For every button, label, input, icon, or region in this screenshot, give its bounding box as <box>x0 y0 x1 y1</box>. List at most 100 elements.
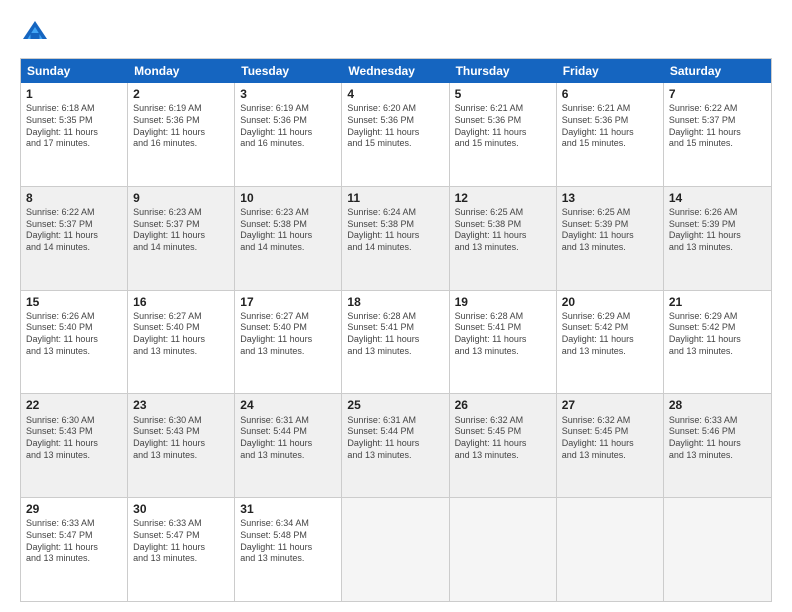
calendar-cell: 11Sunrise: 6:24 AM Sunset: 5:38 PM Dayli… <box>342 187 449 290</box>
calendar-header: SundayMondayTuesdayWednesdayThursdayFrid… <box>21 59 771 83</box>
day-info: Sunrise: 6:28 AM Sunset: 5:41 PM Dayligh… <box>347 311 443 358</box>
day-number: 2 <box>133 86 229 102</box>
calendar-cell: 15Sunrise: 6:26 AM Sunset: 5:40 PM Dayli… <box>21 291 128 394</box>
day-info: Sunrise: 6:23 AM Sunset: 5:37 PM Dayligh… <box>133 207 229 254</box>
calendar-cell: 24 Sunrise: 6:31 AM Sunset: 5:44 PM Dayli… <box>235 394 342 497</box>
header-day-tuesday: Tuesday <box>235 59 342 83</box>
day-number: 1 <box>26 86 122 102</box>
logo <box>20 18 54 48</box>
day-info: Sunrise: 6:27 AM Sunset: 5:40 PM Dayligh… <box>240 311 336 358</box>
day-info: Sunrise: 6:24 AM Sunset: 5:38 PM Dayligh… <box>347 207 443 254</box>
day-info: Sunrise: 6:32 AM Sunset: 5:45 PM Dayligh… <box>455 415 551 462</box>
day-info: Sunrise: 6:25 AM Sunset: 5:38 PM Dayligh… <box>455 207 551 254</box>
calendar-cell <box>342 498 449 601</box>
calendar-cell: 30Sunrise: 6:33 AM Sunset: 5:47 PM Dayli… <box>128 498 235 601</box>
day-number: 28 <box>669 397 766 413</box>
calendar-cell: 31Sunrise: 6:34 AM Sunset: 5:48 PM Dayli… <box>235 498 342 601</box>
day-info: Sunrise: 6:22 AM Sunset: 5:37 PM Dayligh… <box>669 103 766 150</box>
header-day-sunday: Sunday <box>21 59 128 83</box>
day-info: Sunrise: 6:26 AM Sunset: 5:40 PM Dayligh… <box>26 311 122 358</box>
calendar-cell: 29Sunrise: 6:33 AM Sunset: 5:47 PM Dayli… <box>21 498 128 601</box>
day-info: Sunrise: 6:23 AM Sunset: 5:38 PM Dayligh… <box>240 207 336 254</box>
header-day-saturday: Saturday <box>664 59 771 83</box>
day-number: 11 <box>347 190 443 206</box>
day-number: 16 <box>133 294 229 310</box>
calendar-cell <box>557 498 664 601</box>
header-day-wednesday: Wednesday <box>342 59 449 83</box>
calendar-row: 1Sunrise: 6:18 AM Sunset: 5:35 PM Daylig… <box>21 83 771 186</box>
day-number: 3 <box>240 86 336 102</box>
day-number: 23 <box>133 397 229 413</box>
calendar-cell: 28 Sunrise: 6:33 AM Sunset: 5:46 PM Dayli… <box>664 394 771 497</box>
day-info: Sunrise: 6:31 AM Sunset: 5:44 PM Dayligh… <box>240 415 336 462</box>
calendar-cell: 8Sunrise: 6:22 AM Sunset: 5:37 PM Daylig… <box>21 187 128 290</box>
day-number: 27 <box>562 397 658 413</box>
day-number: 13 <box>562 190 658 206</box>
header-day-monday: Monday <box>128 59 235 83</box>
day-number: 17 <box>240 294 336 310</box>
day-info: Sunrise: 6:21 AM Sunset: 5:36 PM Dayligh… <box>562 103 658 150</box>
header-day-thursday: Thursday <box>450 59 557 83</box>
calendar-row: 29Sunrise: 6:33 AM Sunset: 5:47 PM Dayli… <box>21 497 771 601</box>
calendar-cell: 22 Sunrise: 6:30 AM Sunset: 5:43 PM Dayli… <box>21 394 128 497</box>
day-info: Sunrise: 6:28 AM Sunset: 5:41 PM Dayligh… <box>455 311 551 358</box>
day-info: Sunrise: 6:29 AM Sunset: 5:42 PM Dayligh… <box>562 311 658 358</box>
day-number: 15 <box>26 294 122 310</box>
day-info: Sunrise: 6:33 AM Sunset: 5:47 PM Dayligh… <box>26 518 122 565</box>
day-info: Sunrise: 6:20 AM Sunset: 5:36 PM Dayligh… <box>347 103 443 150</box>
calendar-cell: 19Sunrise: 6:28 AM Sunset: 5:41 PM Dayli… <box>450 291 557 394</box>
day-number: 21 <box>669 294 766 310</box>
calendar-cell <box>450 498 557 601</box>
day-number: 10 <box>240 190 336 206</box>
calendar-cell: 18Sunrise: 6:28 AM Sunset: 5:41 PM Dayli… <box>342 291 449 394</box>
day-info: Sunrise: 6:32 AM Sunset: 5:45 PM Dayligh… <box>562 415 658 462</box>
day-info: Sunrise: 6:19 AM Sunset: 5:36 PM Dayligh… <box>133 103 229 150</box>
day-number: 4 <box>347 86 443 102</box>
day-number: 31 <box>240 501 336 517</box>
day-info: Sunrise: 6:30 AM Sunset: 5:43 PM Dayligh… <box>26 415 122 462</box>
day-number: 7 <box>669 86 766 102</box>
day-number: 24 <box>240 397 336 413</box>
calendar-cell: 4Sunrise: 6:20 AM Sunset: 5:36 PM Daylig… <box>342 83 449 186</box>
calendar-cell: 25 Sunrise: 6:31 AM Sunset: 5:44 PM Dayli… <box>342 394 449 497</box>
day-info: Sunrise: 6:26 AM Sunset: 5:39 PM Dayligh… <box>669 207 766 254</box>
calendar-cell: 5Sunrise: 6:21 AM Sunset: 5:36 PM Daylig… <box>450 83 557 186</box>
calendar-cell: 13Sunrise: 6:25 AM Sunset: 5:39 PM Dayli… <box>557 187 664 290</box>
day-info: Sunrise: 6:33 AM Sunset: 5:46 PM Dayligh… <box>669 415 766 462</box>
day-number: 8 <box>26 190 122 206</box>
logo-icon <box>20 18 50 48</box>
calendar-cell: 12Sunrise: 6:25 AM Sunset: 5:38 PM Dayli… <box>450 187 557 290</box>
day-info: Sunrise: 6:29 AM Sunset: 5:42 PM Dayligh… <box>669 311 766 358</box>
day-number: 25 <box>347 397 443 413</box>
calendar-cell: 20Sunrise: 6:29 AM Sunset: 5:42 PM Dayli… <box>557 291 664 394</box>
day-number: 29 <box>26 501 122 517</box>
day-info: Sunrise: 6:27 AM Sunset: 5:40 PM Dayligh… <box>133 311 229 358</box>
day-number: 30 <box>133 501 229 517</box>
day-number: 26 <box>455 397 551 413</box>
calendar-cell: 7Sunrise: 6:22 AM Sunset: 5:37 PM Daylig… <box>664 83 771 186</box>
day-info: Sunrise: 6:31 AM Sunset: 5:44 PM Dayligh… <box>347 415 443 462</box>
calendar-cell: 3Sunrise: 6:19 AM Sunset: 5:36 PM Daylig… <box>235 83 342 186</box>
page: SundayMondayTuesdayWednesdayThursdayFrid… <box>0 0 792 612</box>
calendar-cell: 14Sunrise: 6:26 AM Sunset: 5:39 PM Dayli… <box>664 187 771 290</box>
day-number: 9 <box>133 190 229 206</box>
day-number: 22 <box>26 397 122 413</box>
calendar-cell: 2Sunrise: 6:19 AM Sunset: 5:36 PM Daylig… <box>128 83 235 186</box>
header <box>20 18 772 48</box>
day-info: Sunrise: 6:21 AM Sunset: 5:36 PM Dayligh… <box>455 103 551 150</box>
calendar-cell: 26 Sunrise: 6:32 AM Sunset: 5:45 PM Dayli… <box>450 394 557 497</box>
calendar-row: 15Sunrise: 6:26 AM Sunset: 5:40 PM Dayli… <box>21 290 771 394</box>
day-info: Sunrise: 6:25 AM Sunset: 5:39 PM Dayligh… <box>562 207 658 254</box>
day-number: 19 <box>455 294 551 310</box>
calendar-body: 1Sunrise: 6:18 AM Sunset: 5:35 PM Daylig… <box>21 83 771 601</box>
calendar-row: 22 Sunrise: 6:30 AM Sunset: 5:43 PM Dayli… <box>21 393 771 497</box>
calendar-row: 8Sunrise: 6:22 AM Sunset: 5:37 PM Daylig… <box>21 186 771 290</box>
day-info: Sunrise: 6:30 AM Sunset: 5:43 PM Dayligh… <box>133 415 229 462</box>
day-info: Sunrise: 6:18 AM Sunset: 5:35 PM Dayligh… <box>26 103 122 150</box>
calendar-cell: 17Sunrise: 6:27 AM Sunset: 5:40 PM Dayli… <box>235 291 342 394</box>
calendar-cell: 23 Sunrise: 6:30 AM Sunset: 5:43 PM Dayli… <box>128 394 235 497</box>
day-info: Sunrise: 6:22 AM Sunset: 5:37 PM Dayligh… <box>26 207 122 254</box>
calendar-cell: 1Sunrise: 6:18 AM Sunset: 5:35 PM Daylig… <box>21 83 128 186</box>
calendar-cell: 27 Sunrise: 6:32 AM Sunset: 5:45 PM Dayli… <box>557 394 664 497</box>
day-number: 6 <box>562 86 658 102</box>
